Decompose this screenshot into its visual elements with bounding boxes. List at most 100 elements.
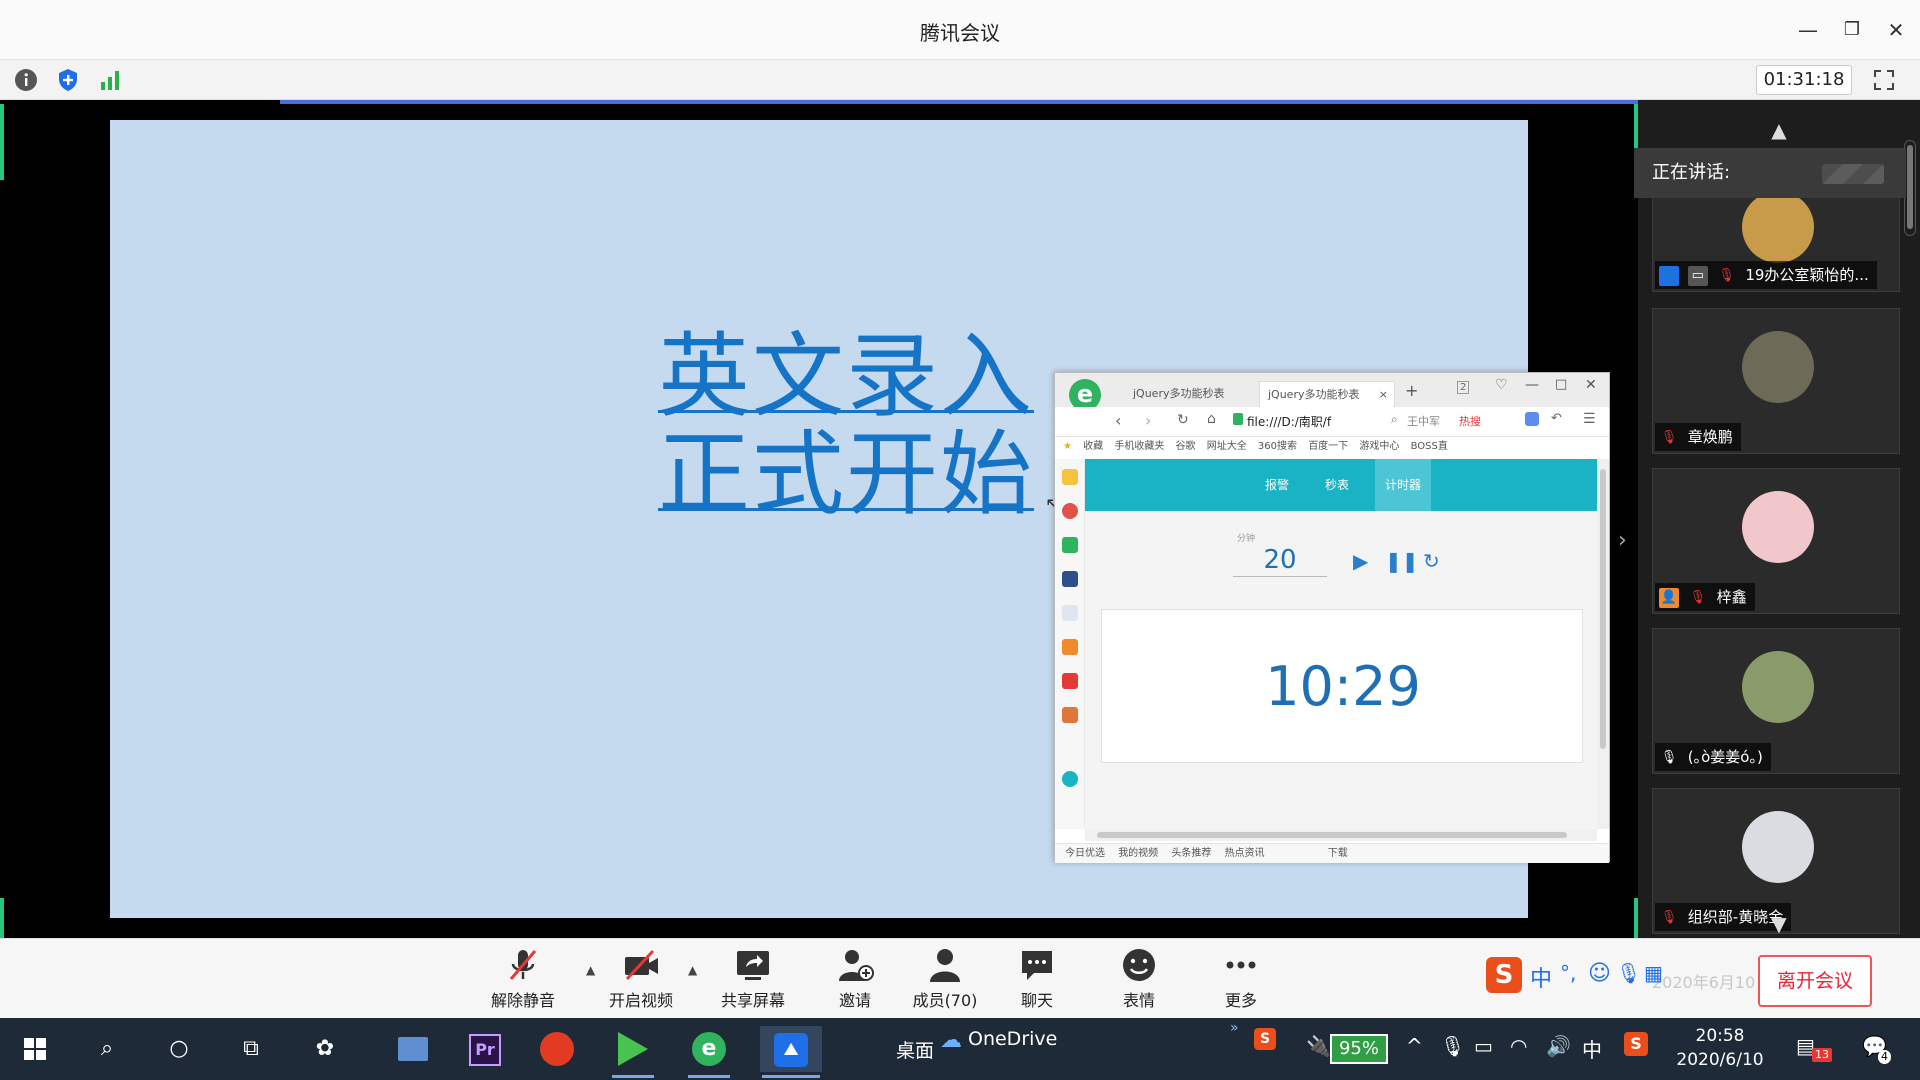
- sidebar-favorites-icon[interactable]: [1062, 469, 1078, 485]
- power-plug-icon[interactable]: 🔌: [1306, 1034, 1331, 1058]
- favorite-item[interactable]: 360搜索: [1258, 441, 1297, 452]
- favorite-item[interactable]: 网址大全: [1207, 441, 1247, 452]
- scroll-up-icon[interactable]: ▲: [1638, 118, 1920, 142]
- participant-card[interactable]: 🎙 章焕鹏: [1652, 308, 1900, 454]
- battery-indicator[interactable]: 95%: [1330, 1034, 1388, 1064]
- app-shortcut-icon[interactable]: ✿: [302, 1026, 348, 1072]
- status-item[interactable]: 头条推荐: [1171, 848, 1211, 859]
- sidebar-shop-icon[interactable]: [1062, 673, 1078, 689]
- onedrive-icon[interactable]: ☁: [940, 1028, 962, 1053]
- nav-alarm-tab[interactable]: 报警: [1265, 459, 1289, 511]
- sogou-ime-icon[interactable]: S: [1486, 957, 1522, 993]
- browser-taskbar-icon[interactable]: e: [686, 1026, 732, 1078]
- extension-icon[interactable]: [1525, 412, 1539, 426]
- start-video-button[interactable]: 开启视频: [596, 945, 686, 1015]
- chat-button[interactable]: 聊天: [992, 945, 1082, 1015]
- system-clock[interactable]: 20:58 2020/6/10: [1660, 1024, 1780, 1072]
- ime-chinese-mode[interactable]: 中: [1530, 961, 1552, 993]
- leave-meeting-button[interactable]: 离开会议: [1758, 955, 1872, 1007]
- scroll-down-icon[interactable]: ▼: [1638, 912, 1920, 936]
- play-icon[interactable]: ▶: [1353, 549, 1368, 573]
- browser-close-button[interactable]: ✕: [1585, 377, 1597, 393]
- sidebar-doc-icon[interactable]: [1062, 605, 1078, 621]
- ime-toolbar[interactable]: S 中 °, ☺ 🎙 ▦: [1486, 955, 1706, 997]
- unmute-button[interactable]: 解除静音: [478, 945, 568, 1015]
- sogou-tray-icon[interactable]: S: [1624, 1032, 1648, 1056]
- minimize-button[interactable]: —: [1792, 14, 1824, 46]
- tray-expand-icon[interactable]: ^: [1406, 1034, 1423, 1058]
- nav-timer-tab[interactable]: 计时器: [1375, 459, 1432, 511]
- sidebar-video-icon[interactable]: [1062, 707, 1078, 723]
- back-icon[interactable]: ‹: [1115, 411, 1121, 430]
- participant-card[interactable]: 👤 ▭ 🎙 19办公室颖怡的...: [1652, 191, 1900, 292]
- tab-count-badge[interactable]: 2: [1457, 381, 1470, 394]
- new-tab-button[interactable]: +: [1405, 381, 1418, 400]
- undo-icon[interactable]: ↶: [1551, 411, 1562, 426]
- volume-icon[interactable]: 🔊: [1546, 1034, 1571, 1058]
- minutes-input[interactable]: 20: [1233, 543, 1327, 577]
- onedrive-label[interactable]: OneDrive: [968, 1028, 1057, 1050]
- favorite-item[interactable]: 百度一下: [1308, 441, 1348, 452]
- toolbar-expand-icon[interactable]: »: [1230, 1020, 1239, 1036]
- panel-toggle-chevron-icon[interactable]: ›: [1618, 528, 1627, 553]
- url-field[interactable]: file:///D:/南职/f: [1247, 412, 1383, 432]
- desktop-toolbar-label[interactable]: 桌面: [896, 1036, 934, 1063]
- browser-minimize-button[interactable]: —: [1525, 377, 1539, 393]
- restore-button[interactable]: ❐: [1836, 14, 1868, 46]
- wifi-icon[interactable]: ◠: [1510, 1034, 1527, 1058]
- sidebar-weibo-icon[interactable]: [1062, 503, 1078, 519]
- fullscreen-icon[interactable]: [1872, 68, 1896, 92]
- task-view-icon[interactable]: ⧉: [228, 1026, 274, 1072]
- favorite-item[interactable]: 收藏: [1083, 441, 1103, 452]
- input-language-indicator[interactable]: 中: [1582, 1034, 1602, 1063]
- vertical-scrollbar[interactable]: [1597, 459, 1609, 829]
- favorite-item[interactable]: 手机收藏夹: [1114, 441, 1164, 452]
- invite-button[interactable]: 邀请: [810, 945, 900, 1015]
- ime-toolbox-icon[interactable]: ▦: [1644, 961, 1663, 985]
- status-item[interactable]: 今日优选: [1065, 848, 1105, 859]
- browser-maximize-button[interactable]: □: [1555, 377, 1567, 392]
- audio-options-caret-icon[interactable]: ▲: [586, 963, 595, 977]
- ime-punctuation-icon[interactable]: °,: [1560, 961, 1576, 985]
- sidebar-mail-icon[interactable]: [1062, 537, 1078, 553]
- signal-icon[interactable]: [98, 68, 122, 92]
- premiere-icon[interactable]: Pr: [462, 1026, 508, 1072]
- browser-tab[interactable]: jQuery多功能秒表: [1125, 381, 1253, 407]
- status-item[interactable]: 下载: [1328, 848, 1348, 859]
- sidebar-add-icon[interactable]: [1062, 771, 1078, 787]
- ime-voice-icon[interactable]: 🎙: [1616, 961, 1641, 985]
- shield-icon[interactable]: [56, 68, 80, 92]
- hot-search-label[interactable]: 热搜: [1459, 412, 1481, 432]
- video-options-caret-icon[interactable]: ▲: [688, 963, 697, 977]
- ime-emoji-icon[interactable]: ☺: [1588, 961, 1611, 986]
- favorite-item[interactable]: BOSS直: [1411, 441, 1448, 452]
- emoji-button[interactable]: 表情: [1094, 945, 1184, 1015]
- search-icon[interactable]: ⌕: [84, 1026, 130, 1072]
- tab-close-icon[interactable]: ×: [1379, 382, 1388, 408]
- favorite-item[interactable]: 谷歌: [1176, 441, 1196, 452]
- status-item[interactable]: 热点资讯: [1225, 848, 1265, 859]
- start-button[interactable]: [12, 1026, 58, 1072]
- browser-skin-icon[interactable]: ♡: [1495, 377, 1508, 393]
- cortana-icon[interactable]: ○: [156, 1026, 202, 1072]
- search-input[interactable]: 王中军: [1407, 412, 1507, 432]
- sogou-tray-icon[interactable]: S: [1254, 1028, 1276, 1050]
- participant-card[interactable]: 🎙 (｡ò姜姜ó｡): [1652, 628, 1900, 774]
- reset-icon[interactable]: ↻: [1423, 549, 1440, 573]
- app-shortcut-icon[interactable]: [390, 1026, 436, 1072]
- video-player-icon[interactable]: [610, 1026, 656, 1078]
- favorite-item[interactable]: 游戏中心: [1359, 441, 1399, 452]
- nav-stopwatch-tab[interactable]: 秒表: [1325, 459, 1349, 511]
- refresh-icon[interactable]: ↻: [1177, 412, 1189, 428]
- more-button[interactable]: 更多: [1196, 945, 1286, 1015]
- forward-icon[interactable]: ›: [1145, 411, 1151, 430]
- close-button[interactable]: ✕: [1880, 14, 1912, 46]
- microphone-tray-icon[interactable]: 🎙: [1440, 1034, 1465, 1058]
- members-button[interactable]: 成员(70): [900, 945, 990, 1015]
- participant-card[interactable]: 👤 🎙 梓鑫: [1652, 468, 1900, 614]
- share-screen-button[interactable]: 共享屏幕: [708, 945, 798, 1015]
- display-tray-icon[interactable]: ▭: [1474, 1034, 1493, 1058]
- horizontal-scrollbar[interactable]: [1085, 829, 1597, 841]
- tencent-meeting-icon[interactable]: ⛰: [760, 1026, 822, 1078]
- game-app-icon[interactable]: [534, 1026, 580, 1072]
